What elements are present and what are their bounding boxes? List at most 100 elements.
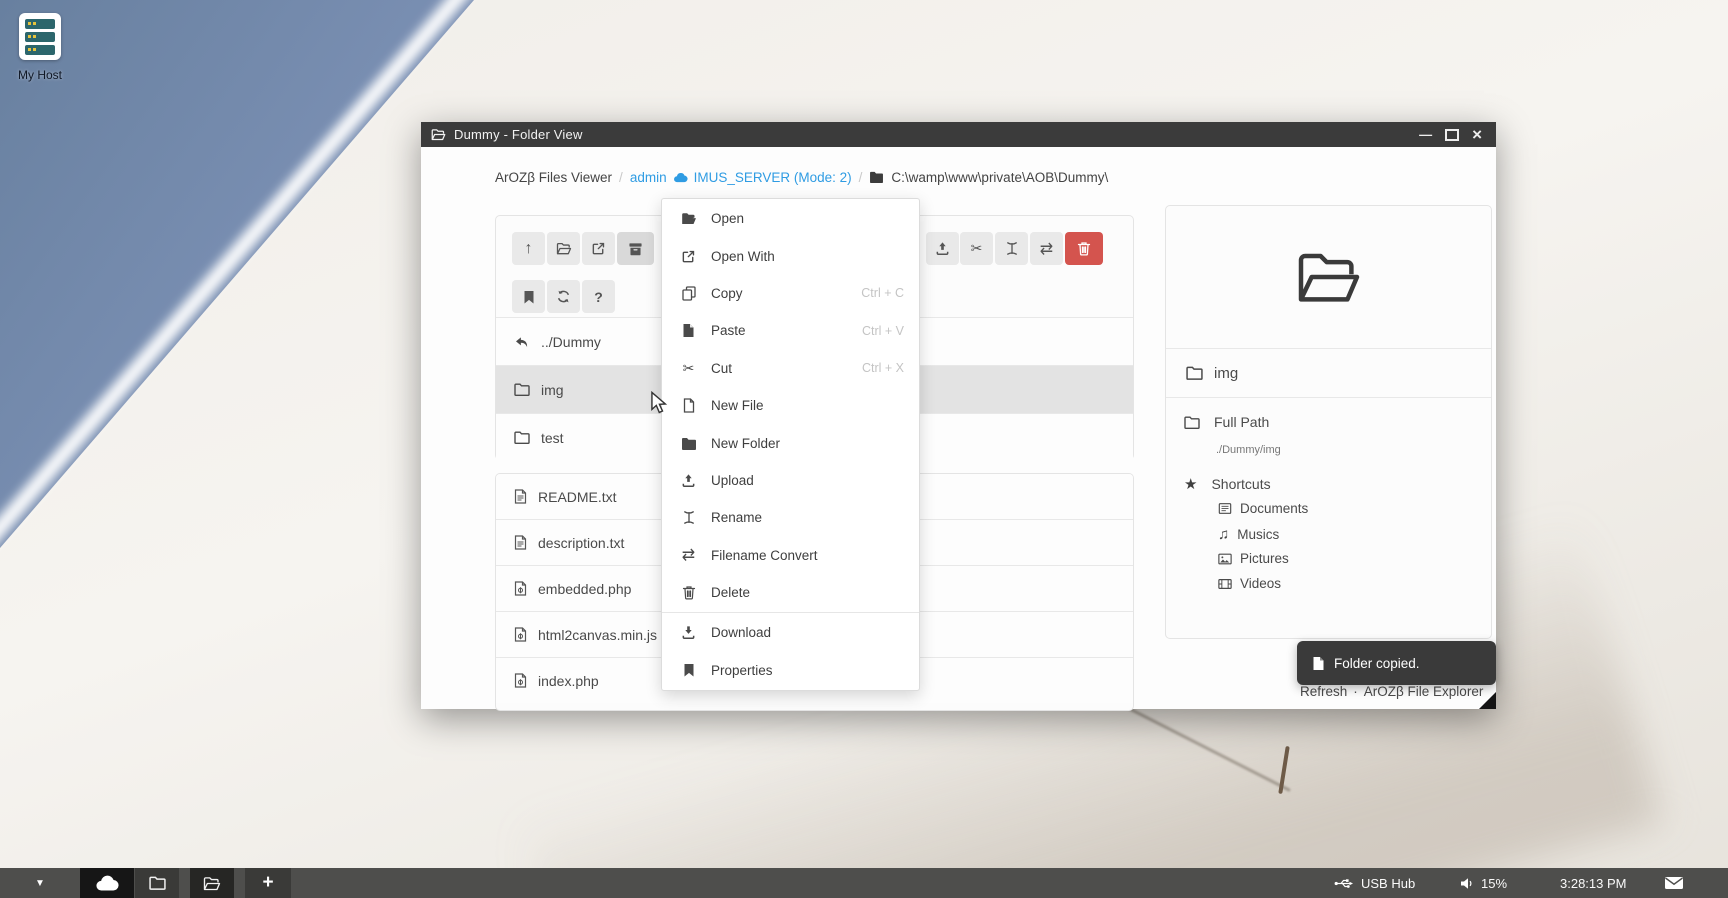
menu-item-download[interactable]: Download <box>662 614 919 651</box>
external-link-icon <box>680 249 697 264</box>
question-icon: ? <box>594 289 603 305</box>
back-icon <box>514 336 530 348</box>
open-folder-icon <box>556 242 572 255</box>
archive-button[interactable] <box>617 232 654 265</box>
file-name: html2canvas.min.js <box>538 627 657 643</box>
file-name: embedded.php <box>538 581 631 597</box>
folder-icon <box>149 876 166 890</box>
code-file-icon <box>514 673 527 688</box>
download-icon <box>680 625 697 640</box>
close-button[interactable]: × <box>1472 128 1482 142</box>
code-file-icon <box>514 627 527 642</box>
brand-label: ArOZβ File Explorer <box>1364 684 1484 699</box>
menu-item-paste[interactable]: Paste Ctrl + V <box>662 312 919 349</box>
resize-grip[interactable] <box>1479 692 1496 709</box>
folder-filled-icon <box>680 437 697 450</box>
folder-icon <box>514 383 530 396</box>
shortcut-documents[interactable]: Documents <box>1218 501 1308 516</box>
bookmark-icon <box>680 663 697 677</box>
toast-text: Folder copied. <box>1334 656 1420 671</box>
text-file-icon <box>514 489 527 504</box>
shortcut-videos[interactable]: Videos <box>1218 576 1281 591</box>
menu-item-open-with[interactable]: Open With <box>662 237 919 274</box>
window-footer: Refresh · ArOZβ File Explorer <box>1300 684 1500 699</box>
folder-filled-icon <box>869 171 884 183</box>
window-titlebar[interactable]: Dummy - Folder View — × <box>421 122 1496 147</box>
desktop: My Host Dummy - Folder View — × ArOZβ Fi… <box>0 0 1728 898</box>
up-button[interactable]: ↑ <box>512 232 545 265</box>
menu-item-properties[interactable]: Properties <box>662 652 919 689</box>
scissors-icon: ✂ <box>971 240 983 257</box>
taskbar-menu-button[interactable]: ▼ <box>0 868 80 898</box>
taskbar: ▼ + USB Hub <box>0 868 1728 898</box>
menu-item-delete[interactable]: Delete <box>662 574 919 611</box>
menu-item-open[interactable]: Open <box>662 200 919 237</box>
minimize-button[interactable]: — <box>1419 130 1432 140</box>
menu-item-filename-convert[interactable]: ⇄ Filename Convert <box>662 537 919 574</box>
pictures-icon-row[interactable]: Pictures <box>1218 551 1289 566</box>
delete-button[interactable] <box>1065 232 1103 265</box>
film-icon <box>1218 578 1232 590</box>
taskbar-app-folder[interactable] <box>135 868 179 898</box>
taskbar-volume[interactable]: 15% <box>1460 868 1507 898</box>
upload-button[interactable] <box>926 232 959 265</box>
server-icon <box>25 19 55 55</box>
folder-view-window: Dummy - Folder View — × ArOZβ Files View… <box>421 122 1496 709</box>
image-icon <box>1218 553 1232 565</box>
bookmark-button[interactable] <box>512 280 545 313</box>
breadcrumb-server-link[interactable]: admin IMUS_SERVER (Mode: 2) <box>630 170 852 185</box>
paste-icon <box>680 323 697 338</box>
copy-icon <box>680 286 697 301</box>
taskbar-usb[interactable]: USB Hub <box>1334 868 1415 898</box>
file-name: README.txt <box>538 489 617 505</box>
maximize-button[interactable] <box>1445 129 1459 141</box>
menu-item-new-file[interactable]: New File <box>662 387 919 424</box>
filename-convert-button[interactable]: ⇄ <box>1030 232 1063 265</box>
taskbar-app-cloud[interactable] <box>80 868 134 898</box>
chevron-down-icon: ▼ <box>35 878 45 889</box>
taskbar-clock[interactable]: 3:28:13 PM <box>1560 868 1627 898</box>
rename-button[interactable] <box>995 232 1028 265</box>
menu-divider <box>662 612 919 613</box>
refresh-button[interactable] <box>547 280 580 313</box>
context-menu: Open Open With Copy Ctrl + C Paste Ctrl … <box>661 198 920 691</box>
plus-icon: + <box>262 872 273 894</box>
open-folder-button[interactable] <box>547 232 580 265</box>
open-folder-icon <box>1295 249 1363 305</box>
breadcrumb-user: admin <box>630 170 667 185</box>
window-title: Dummy - Folder View <box>454 127 583 142</box>
code-file-icon <box>514 581 527 596</box>
menu-item-new-folder[interactable]: New Folder <box>662 424 919 461</box>
breadcrumb-app[interactable]: ArOZβ Files Viewer <box>495 170 612 185</box>
shortcut-musics[interactable]: ♫ Musics <box>1218 526 1279 543</box>
taskbar-app-file-explorer[interactable] <box>190 868 234 898</box>
menu-item-upload[interactable]: Upload <box>662 462 919 499</box>
taskbar-messages[interactable] <box>1664 868 1684 898</box>
shortcuts-header: ★ Shortcuts <box>1184 475 1271 493</box>
open-external-button[interactable] <box>582 232 615 265</box>
help-button[interactable]: ? <box>582 280 615 313</box>
menu-item-rename[interactable]: Rename <box>662 499 919 536</box>
document-icon <box>1218 502 1232 515</box>
upload-icon <box>680 473 697 488</box>
taskbar-add-button[interactable]: + <box>245 868 291 898</box>
folder-icon <box>1184 416 1200 429</box>
music-icon: ♫ <box>1218 526 1229 543</box>
speaker-icon <box>1460 877 1474 890</box>
menu-item-copy[interactable]: Copy Ctrl + C <box>662 275 919 312</box>
breadcrumb-path: C:\wamp\www\private\AOB\Dummy\ <box>891 170 1108 185</box>
desktop-icon-my-host[interactable] <box>19 13 61 60</box>
folder-icon <box>1186 366 1203 380</box>
full-path-row: Full Path <box>1184 414 1269 430</box>
refresh-icon <box>556 289 571 304</box>
text-file-icon <box>514 535 527 550</box>
menu-item-cut[interactable]: ✂ Cut Ctrl + X <box>662 350 919 387</box>
scissors-icon: ✂ <box>680 360 697 377</box>
refresh-link[interactable]: Refresh <box>1300 684 1347 699</box>
desktop-icon-label: My Host <box>0 68 80 82</box>
open-folder-icon <box>431 128 446 141</box>
cloud-icon <box>673 172 688 183</box>
upload-icon <box>935 241 950 256</box>
star-icon: ★ <box>1184 475 1197 493</box>
cut-button[interactable]: ✂ <box>960 232 993 265</box>
